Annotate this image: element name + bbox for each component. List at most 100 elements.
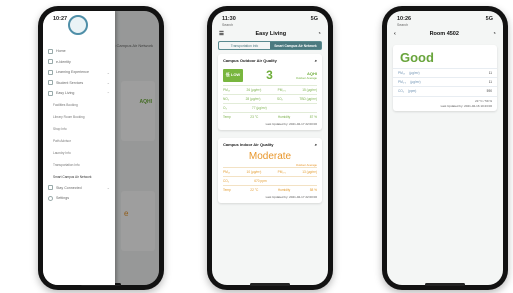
avatar[interactable] (68, 15, 88, 35)
drawer-menu-list: Home e-Identity Learning Experience ⌄ St… (43, 46, 115, 204)
room-air-card: Good PM₁₀ (μg/m³) 11 PM₂.₅ (μg/m³) 11 CO… (393, 45, 497, 111)
tab-air-network[interactable]: Smart Campus Air Network (270, 42, 321, 49)
tab-transportation[interactable]: Transportation Info (219, 42, 270, 49)
reading-row: Temp 23 °C Humidity 87 % (223, 112, 317, 121)
menu-item-student-services[interactable]: Student Services ⌄ (43, 78, 115, 89)
aqhi-level-badge: 低 LOW (223, 68, 243, 82)
reading-label: SO₂ (276, 97, 283, 101)
home-indicator (425, 283, 465, 286)
submenu-air-network[interactable]: Smart Campus Air Network (43, 171, 115, 183)
indoor-level: Moderate (248, 151, 292, 162)
search-icon[interactable]: ⌕ (315, 142, 317, 147)
last-updated: Last Updated by: 2021-02-17 22:00:00 (265, 195, 317, 199)
submenu-library-booking[interactable]: Library Room Booking (43, 111, 115, 123)
menu-item-stay-connected[interactable]: Stay Connected ⌄ (43, 183, 115, 194)
reading-row: Temp 22 °C Humidity 58 % (223, 185, 317, 194)
bell-icon[interactable]: ◔ (493, 31, 496, 37)
reading-value: 22 °C (250, 188, 259, 192)
menu-item-label: Home (56, 49, 66, 54)
hamburger-menu-icon[interactable]: ☰ (219, 31, 224, 37)
menu-item-label: e-Identity (56, 59, 71, 64)
page-title: Room 4502 (429, 31, 459, 37)
reading-value: TBD (μg/m³) (299, 97, 317, 101)
search-icon[interactable]: ⌕ (315, 58, 317, 63)
reading-value: 77 (μg/m³) (251, 106, 267, 110)
indoor-air-card: Campus Indoor Air Quality ⌕ Moderate Out… (218, 138, 322, 203)
menu-item-label: Learning Experience (56, 70, 89, 75)
reading-label: O₃ (223, 106, 227, 110)
chevron-left-icon[interactable]: ‹ (394, 31, 396, 37)
reading-value: 11 (488, 80, 492, 84)
bell-icon[interactable]: ◔ (318, 31, 321, 37)
navigation-drawer: 10:27 Home e-Identity Learning Experienc… (43, 11, 115, 285)
status-time: 10:26 (397, 15, 412, 22)
reading-row: CO₂ 670 ppm (223, 176, 317, 185)
submenu-facilities-booking[interactable]: Facilities Booking (43, 99, 115, 111)
menu-item-e-identity[interactable]: e-Identity (43, 57, 115, 68)
reading-row: PM₁₀ (μg/m³) 11 (393, 68, 497, 77)
reading-label: CO₂ (223, 179, 230, 183)
last-updated: Last Updated by: 2021-02-17 22:00:00 (265, 122, 317, 126)
link-icon (48, 185, 53, 191)
reading-value: 670 ppm (254, 179, 267, 183)
outdoor-card-header: Campus Outdoor Air Quality ⌕ (223, 58, 317, 63)
status-signal: 5G (485, 15, 493, 22)
reading-row: CO₂ (ppm) 590 (393, 86, 497, 95)
reading-label: PM₁₀ (398, 71, 406, 75)
reading-value: 15 (μg/m³) (302, 88, 317, 92)
reading-value: 590 (486, 89, 492, 93)
reading-unit: (μg/m³) (410, 80, 421, 84)
reading-row: PM₁₀ 10 (μg/m³) PM₂.₅ 13 (μg/m³) (223, 167, 317, 176)
phone-easy-living-screen: 11:30 5G Search ☰ Easy Living ◔ Transpor… (212, 11, 328, 285)
reading-label: Humidity (277, 115, 291, 119)
reading-label: PM₂.₅ (277, 170, 286, 174)
reading-row: NO₂ 28 (μg/m³) SO₂ TBD (μg/m³) (223, 94, 317, 103)
reading-label: PM₁₀ (223, 88, 231, 92)
aqhi-sublabel: Outdoor Average (295, 75, 317, 80)
people-icon (48, 80, 53, 86)
indoor-card-title: Campus Indoor Air Quality (223, 142, 274, 147)
home-icon (48, 48, 53, 54)
menu-item-label: Settings (56, 196, 69, 201)
reading-label: Temp (223, 188, 231, 192)
reading-row: PM₁₀ 26 (μg/m³) PM₂.₅ 15 (μg/m³) (223, 85, 317, 94)
menu-item-learning[interactable]: Learning Experience ⌄ (43, 67, 115, 78)
reading-label: NO₂ (223, 97, 230, 101)
book-icon (48, 69, 53, 75)
aqhi-value: 3 (266, 68, 273, 82)
submenu-path-advisor[interactable]: Path Advisor (43, 135, 115, 147)
menu-item-easy-living[interactable]: Easy Living ⌃ (43, 88, 115, 99)
submenu-transportation-info[interactable]: Transportation Info (43, 159, 115, 171)
submenu-laundry-info[interactable]: Laundry Info (43, 147, 115, 159)
room-level: Good (400, 50, 434, 65)
chevron-up-icon: ⌃ (106, 90, 110, 96)
menu-item-settings[interactable]: Settings (43, 193, 115, 204)
house-icon (48, 90, 53, 96)
aqhi-label-block: AQHI Outdoor Average (296, 71, 317, 80)
last-updated: Last Updated by: 2021-02-16 10:23:00 (440, 104, 492, 108)
status-time: 11:30 (222, 15, 236, 22)
submenu-shop-info[interactable]: Shop Info (43, 123, 115, 135)
reading-value: 26 (μg/m³) (246, 88, 262, 92)
reading-unit: (μg/m³) (409, 71, 420, 75)
indoor-card-header: Campus Indoor Air Quality ⌕ (223, 142, 317, 147)
gear-icon (48, 195, 53, 201)
chevron-down-icon: ⌄ (106, 185, 110, 191)
reading-row: O₃ 77 (μg/m³) (223, 103, 317, 112)
reading-value: 13 (μg/m³) (302, 170, 317, 174)
reading-unit: (ppm) (408, 89, 417, 93)
reading-value: 23 °C (250, 115, 259, 119)
id-card-icon (48, 59, 53, 65)
menu-item-label: Easy Living (56, 91, 75, 96)
menu-item-label: Student Services (56, 80, 84, 85)
drawer-scrim[interactable] (115, 11, 159, 285)
reading-value: 11 (488, 71, 492, 75)
phone-menu: Smart Campus Air Network AQHI e 10:27 Ho… (38, 6, 164, 290)
app-header: ☰ Easy Living ◔ (212, 27, 328, 41)
outdoor-air-card: Campus Outdoor Air Quality ⌕ 低 LOW 3 AQH… (218, 54, 322, 130)
chevron-down-icon: ⌄ (106, 69, 110, 75)
reading-label: PM₂.₅ (277, 88, 286, 92)
reading-label: PM₁₀ (223, 170, 231, 174)
menu-item-home[interactable]: Home (43, 46, 115, 57)
reading-value: 58 % (309, 188, 317, 192)
